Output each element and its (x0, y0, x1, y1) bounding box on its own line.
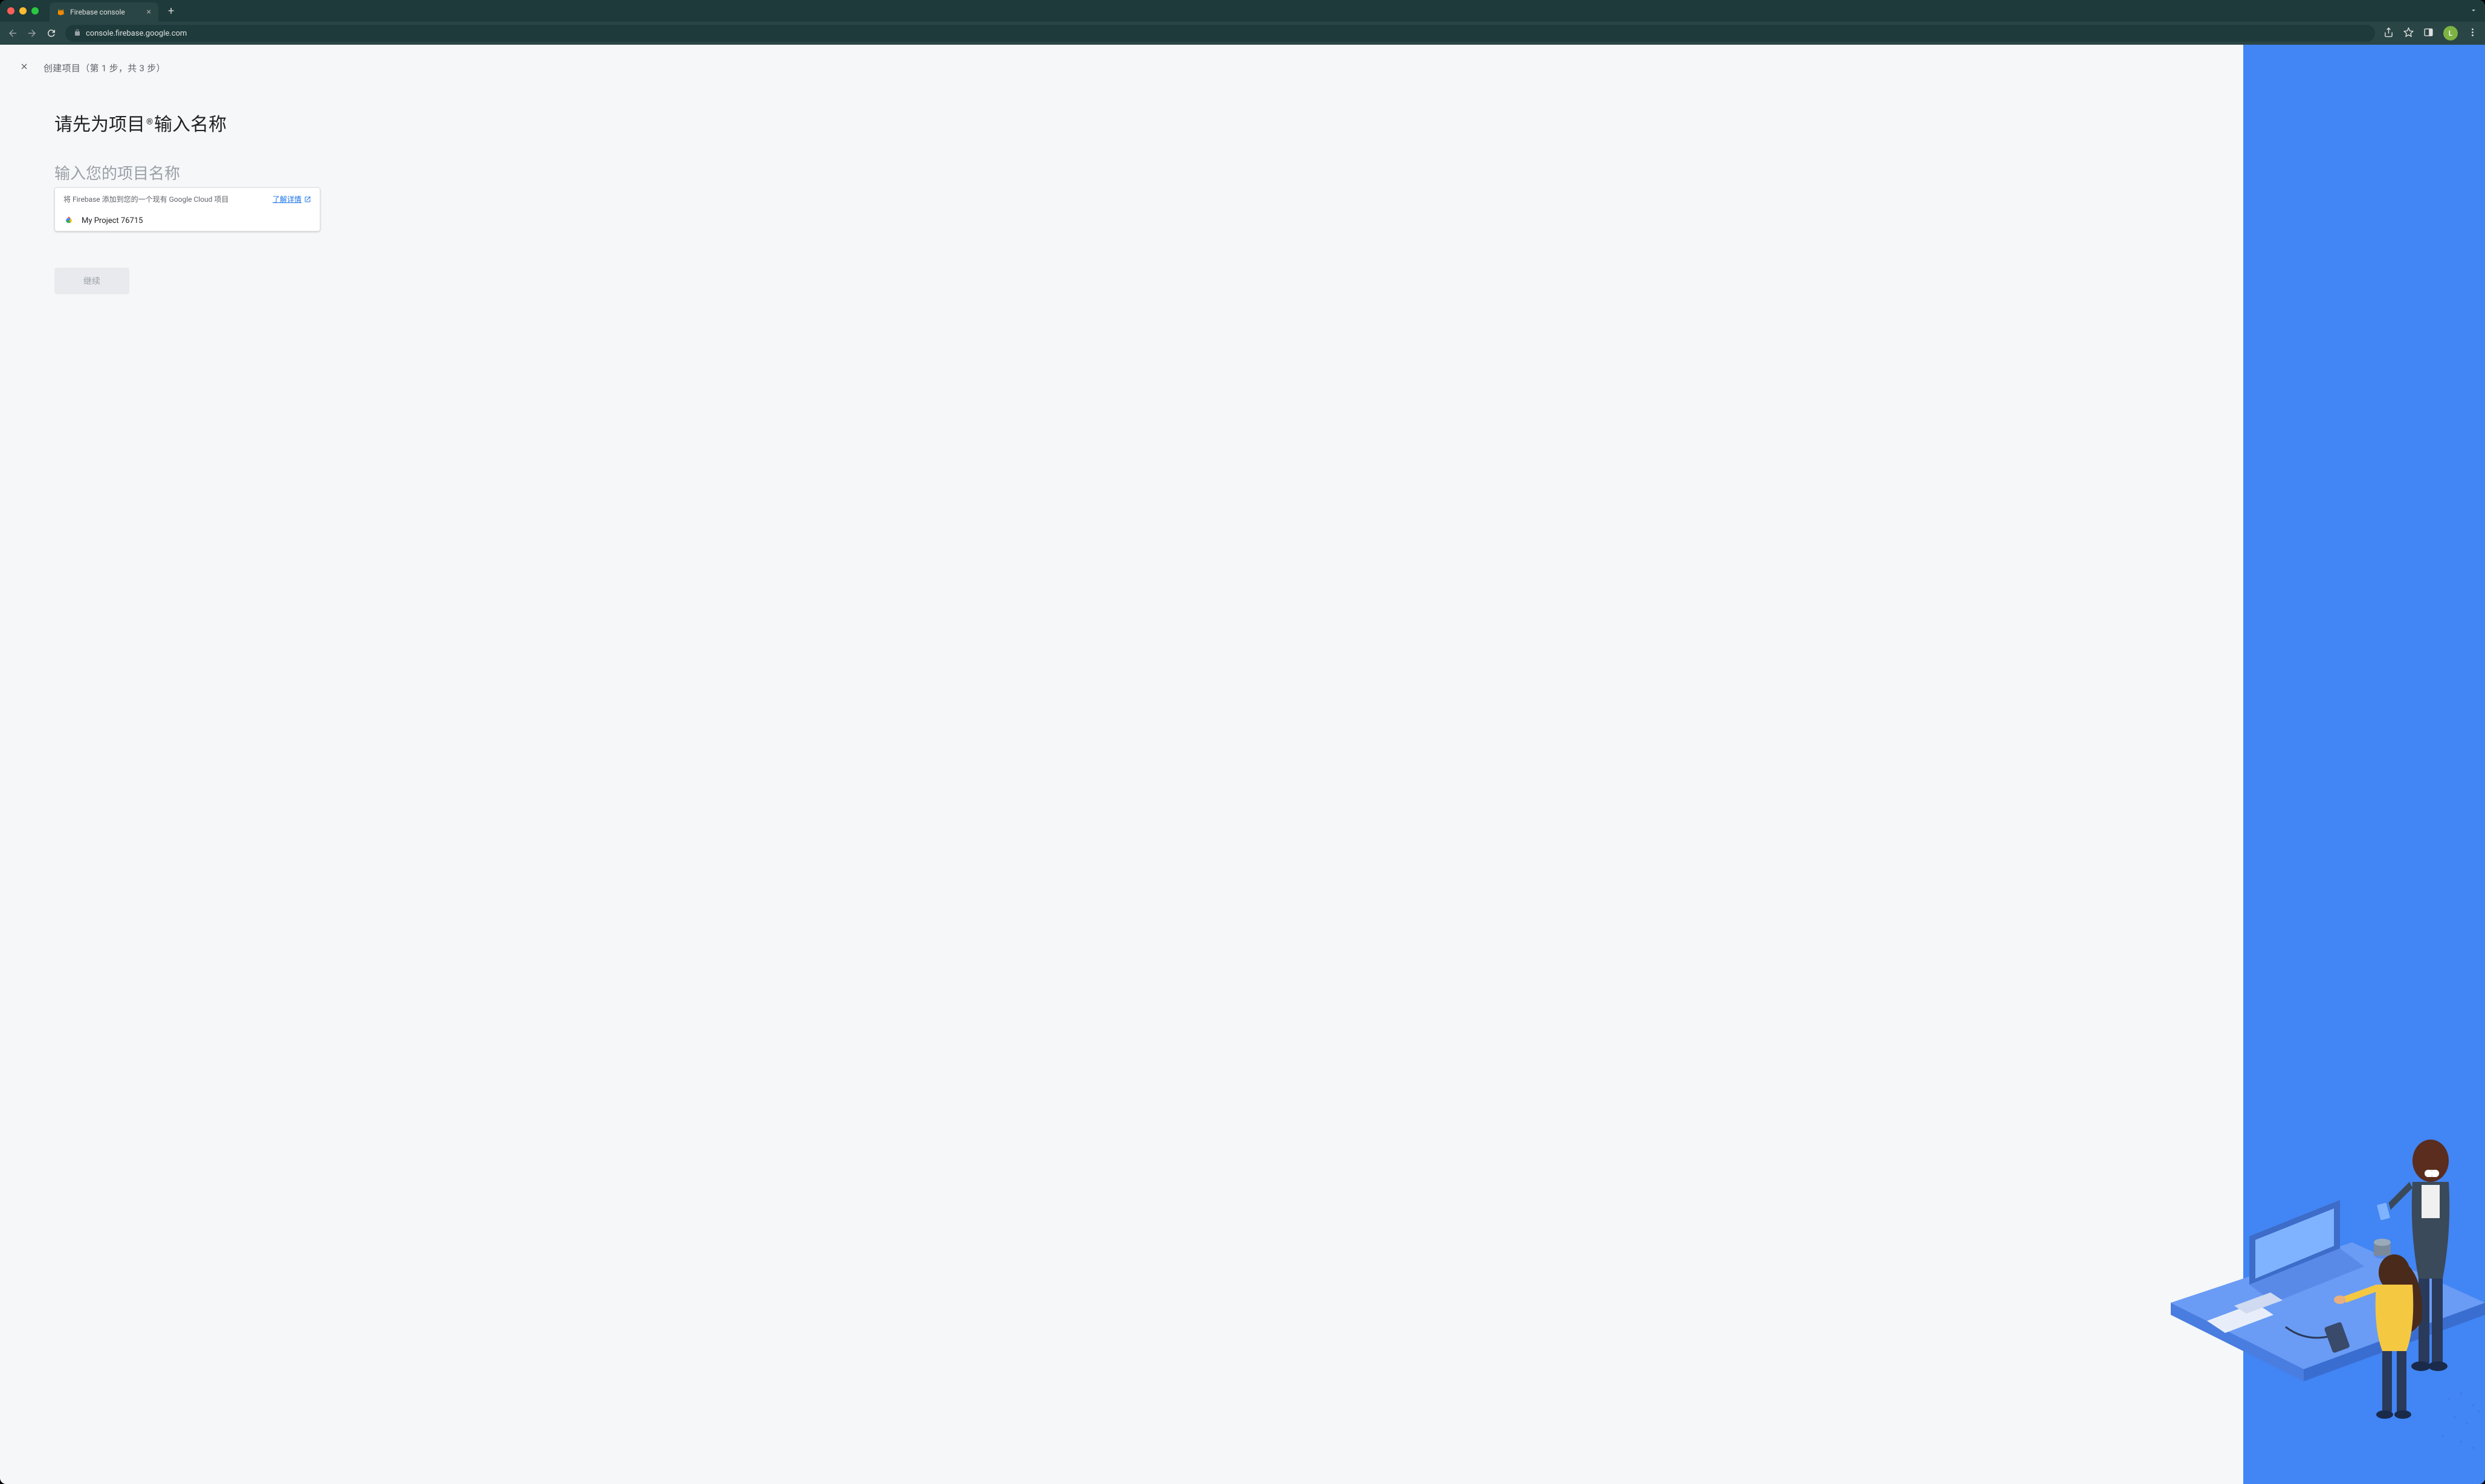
browser-tab-bar: Firebase console × + (0, 0, 2485, 22)
create-project-form: 请先为项目® 输入名称 输入您的项目名称 将 Firebase 添加到您的一个现… (0, 91, 375, 312)
bookmark-star-icon[interactable] (2403, 27, 2414, 40)
nav-forward-button[interactable] (27, 28, 37, 39)
hero-illustration (2243, 45, 2485, 1484)
window-minimize-button[interactable] (19, 7, 27, 15)
learn-more-text: 了解详情 (273, 194, 302, 204)
dropdown-hint-text: 将 Firebase 添加到您的一个现有 Google Cloud 项目 (63, 194, 228, 204)
google-cloud-icon (63, 215, 74, 226)
project-name-placeholder[interactable]: 输入您的项目名称 (54, 161, 320, 184)
url-text: console.firebase.google.com (86, 29, 187, 38)
avatar-initial: L (2449, 29, 2452, 37)
kebab-menu-icon[interactable] (2467, 27, 2478, 40)
url-input[interactable]: console.firebase.google.com (65, 25, 2375, 42)
nav-reload-button[interactable] (46, 28, 57, 39)
existing-project-dropdown: 将 Firebase 添加到您的一个现有 Google Cloud 项目 了解详… (54, 187, 320, 231)
learn-more-link[interactable]: 了解详情 (273, 194, 311, 204)
external-link-icon (304, 196, 311, 203)
dropdown-hint-row: 将 Firebase 添加到您的一个现有 Google Cloud 项目 了解详… (55, 188, 320, 210)
browser-tab[interactable]: Firebase console × (50, 2, 158, 22)
project-option-label: My Project 76715 (82, 216, 143, 225)
existing-project-option[interactable]: My Project 76715 (55, 210, 320, 231)
window-maximize-button[interactable] (31, 7, 39, 15)
window-close-button[interactable] (7, 7, 15, 15)
share-icon[interactable] (2383, 27, 2394, 40)
firebase-favicon-icon (57, 8, 65, 16)
tab-dropdown-icon[interactable] (2469, 5, 2478, 17)
close-icon[interactable] (19, 62, 29, 74)
browser-address-bar: console.firebase.google.com L (0, 22, 2485, 45)
tab-close-icon[interactable]: × (147, 7, 151, 17)
heading-text-post: 输入名称 (154, 109, 227, 136)
continue-button[interactable]: 继续 (54, 268, 129, 294)
lock-icon (74, 29, 81, 38)
page-title: 请先为项目® 输入名称 (54, 109, 320, 136)
heading-sup: ® (146, 117, 153, 127)
heading-text-pre: 请先为项目 (54, 109, 145, 136)
window-controls (7, 7, 39, 15)
panel-icon[interactable] (2423, 27, 2434, 40)
profile-avatar[interactable]: L (2443, 26, 2458, 40)
nav-back-button[interactable] (7, 28, 18, 39)
page-content: 创建项目（第 1 步，共 3 步） 请先为项目® 输入名称 输入您的项目名称 将… (0, 45, 2485, 1484)
new-tab-button[interactable]: + (163, 5, 179, 18)
tab-title: Firebase console (70, 8, 125, 16)
step-indicator: 创建项目（第 1 步，共 3 步） (44, 62, 166, 74)
page-header: 创建项目（第 1 步，共 3 步） (0, 45, 2485, 91)
